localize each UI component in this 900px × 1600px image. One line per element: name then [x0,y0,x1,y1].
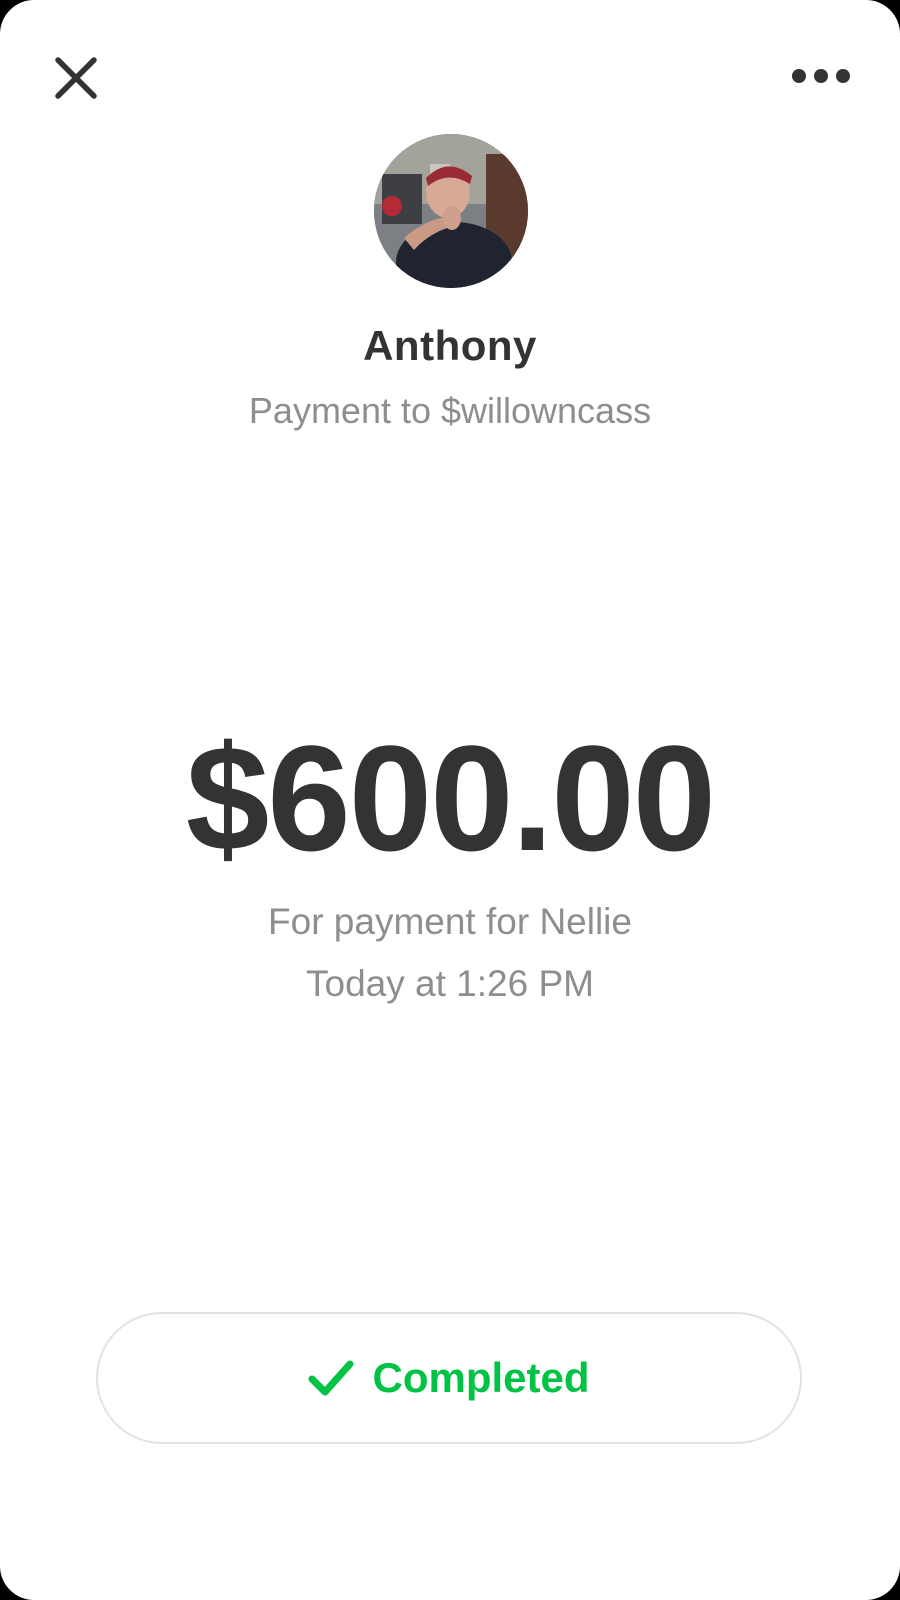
recipient-name: Anthony [363,322,537,369]
more-options-button[interactable] [786,54,856,98]
close-icon [55,57,97,99]
status-label: Completed [372,1354,590,1401]
avatar[interactable] [374,134,528,288]
payment-detail-sheet: Anthony Payment to $willowncass $600.00 … [0,0,900,1600]
payment-amount: $600.00 [185,714,716,882]
more-horizontal-icon [792,69,850,83]
status-badge: Completed [96,1312,802,1444]
payment-note: For payment for Nellie [268,901,632,942]
checkmark-icon [308,1359,354,1397]
payment-recipient-handle: Payment to $willowncass [248,390,652,431]
payment-timestamp: Today at 1:26 PM [306,963,594,1004]
profile-photo [374,134,528,288]
close-button[interactable] [48,50,104,106]
